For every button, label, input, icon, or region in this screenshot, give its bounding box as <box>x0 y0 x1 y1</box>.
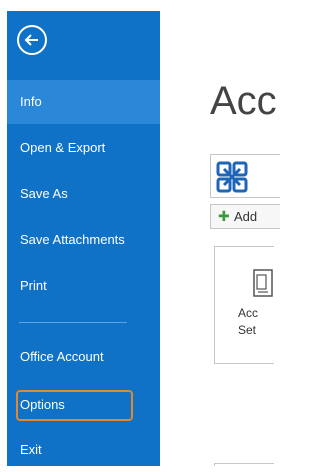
backstage-sidebar: Info Open & Export Save As Save Attachme… <box>7 11 160 466</box>
add-account-label: Add <box>234 209 258 224</box>
tile-label: Acc Set <box>238 305 258 339</box>
account-settings-tile[interactable]: Acc Set <box>214 246 274 364</box>
account-settings-icon <box>253 269 273 297</box>
sidebar-item-save-attachments[interactable]: Save Attachments <box>7 218 160 262</box>
add-account-button[interactable]: ✚ Add <box>210 204 280 229</box>
exchange-logo-icon <box>216 161 248 193</box>
sidebar-item-office-account[interactable]: Office Account <box>7 335 160 379</box>
tile-label-line1: Acc <box>238 306 259 320</box>
page-title: Acc <box>210 79 277 123</box>
plus-icon: ✚ <box>218 208 230 224</box>
sidebar-item-print[interactable]: Print <box>7 264 160 308</box>
tile-label-line2: Set <box>238 323 257 337</box>
back-arrow-icon[interactable] <box>17 25 47 55</box>
account-info-panel: Acc ✚ Add Acc Set <box>160 11 280 466</box>
sidebar-item-open-export[interactable]: Open & Export <box>7 126 160 170</box>
sidebar-item-save-as[interactable]: Save As <box>7 172 160 216</box>
account-selector[interactable] <box>210 154 280 198</box>
sidebar-item-options[interactable]: Options <box>7 383 160 427</box>
sidebar-item-exit[interactable]: Exit <box>7 428 160 472</box>
sidebar-divider <box>19 322 127 323</box>
sidebar-item-info[interactable]: Info <box>7 80 160 124</box>
